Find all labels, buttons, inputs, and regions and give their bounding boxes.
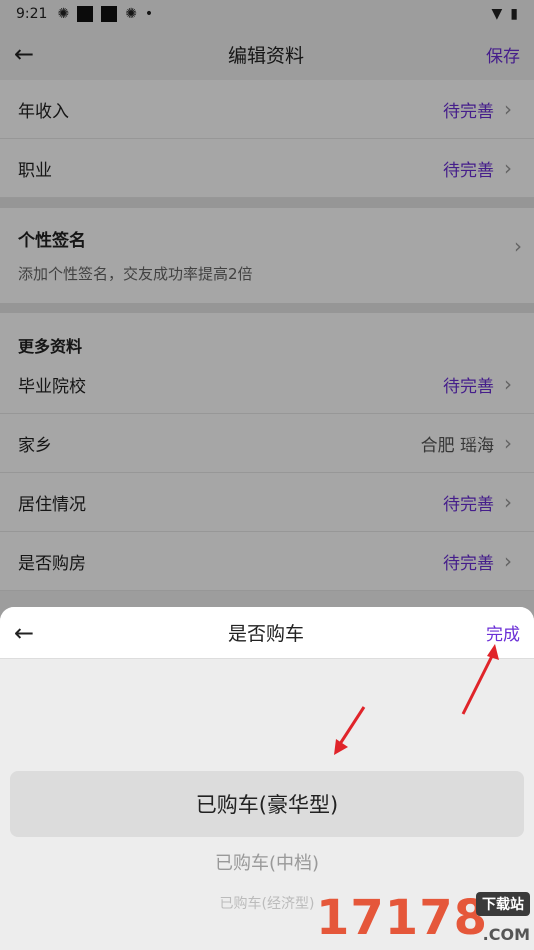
picker-option[interactable]: 已购车(中档) <box>0 849 534 875</box>
watermark-domain: .COM <box>482 925 530 944</box>
sheet-header: ← 是否购车 完成 <box>0 607 534 659</box>
annotation-arrow-icon <box>461 644 499 715</box>
annotation-arrow-icon-2 <box>334 706 366 755</box>
back-arrow-icon[interactable]: ← <box>14 619 46 647</box>
picker-option-selected[interactable]: 已购车(豪华型) <box>10 771 524 837</box>
sheet-title: 是否购车 <box>227 623 304 645</box>
watermark-tag: 下载站 <box>476 892 530 916</box>
watermark-number: 17178 <box>316 890 488 946</box>
site-watermark: 17178 下载站 .COM <box>316 886 534 950</box>
